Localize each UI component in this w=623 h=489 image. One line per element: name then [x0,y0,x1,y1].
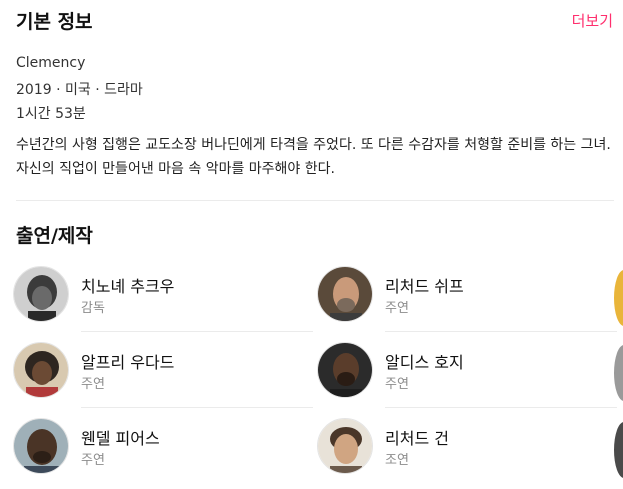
avatar [317,266,373,322]
cast-name: 알디스 호지 [385,353,464,372]
cast-name: 리처드 건 [385,429,449,448]
row-divider [81,331,313,332]
cast-role: 조연 [385,453,409,468]
row-divider [81,407,313,408]
cast-item[interactable]: 리처드 건 조연 [317,418,617,486]
cast-item[interactable]: 알프리 우다드 주연 [13,342,313,410]
cast-name: 리처드 쉬프 [385,277,464,296]
original-title: Clemency [16,55,86,71]
cast-name: 웬델 피어스 [81,429,160,448]
row-divider [385,331,617,332]
avatar [13,342,69,398]
section-divider [16,200,614,201]
avatar [317,418,373,474]
cast-item[interactable]: 치노녜 추크우 감독 [13,266,313,334]
cast-role: 주연 [81,377,105,392]
cast-name: 치노녜 추크우 [81,277,175,296]
cast-item[interactable]: 웬델 피어스 주연 [13,418,313,486]
row-divider [385,407,617,408]
cast-item[interactable]: 알디스 호지 주연 [317,342,617,410]
cast-title: 출연/제작 [16,225,93,247]
avatar [13,266,69,322]
cast-role: 주연 [385,301,409,316]
cast-item[interactable]: 리처드 쉬프 주연 [317,266,617,334]
cast-role: 감독 [81,301,105,316]
meta-info: 2019 · 미국 · 드라마 [16,82,143,98]
avatar [317,342,373,398]
cast-role: 주연 [385,377,409,392]
basic-info-title: 기본 정보 [16,11,93,33]
cast-name: 알프리 우다드 [81,353,175,372]
synopsis: 수년간의 사형 집행은 교도소장 버나딘에게 타격을 주었다. 또 다른 수감자… [16,137,611,177]
cast-role: 주연 [81,453,105,468]
runtime: 1시간 53분 [16,106,86,122]
more-link[interactable]: 더보기 [572,10,613,31]
avatar [13,418,69,474]
